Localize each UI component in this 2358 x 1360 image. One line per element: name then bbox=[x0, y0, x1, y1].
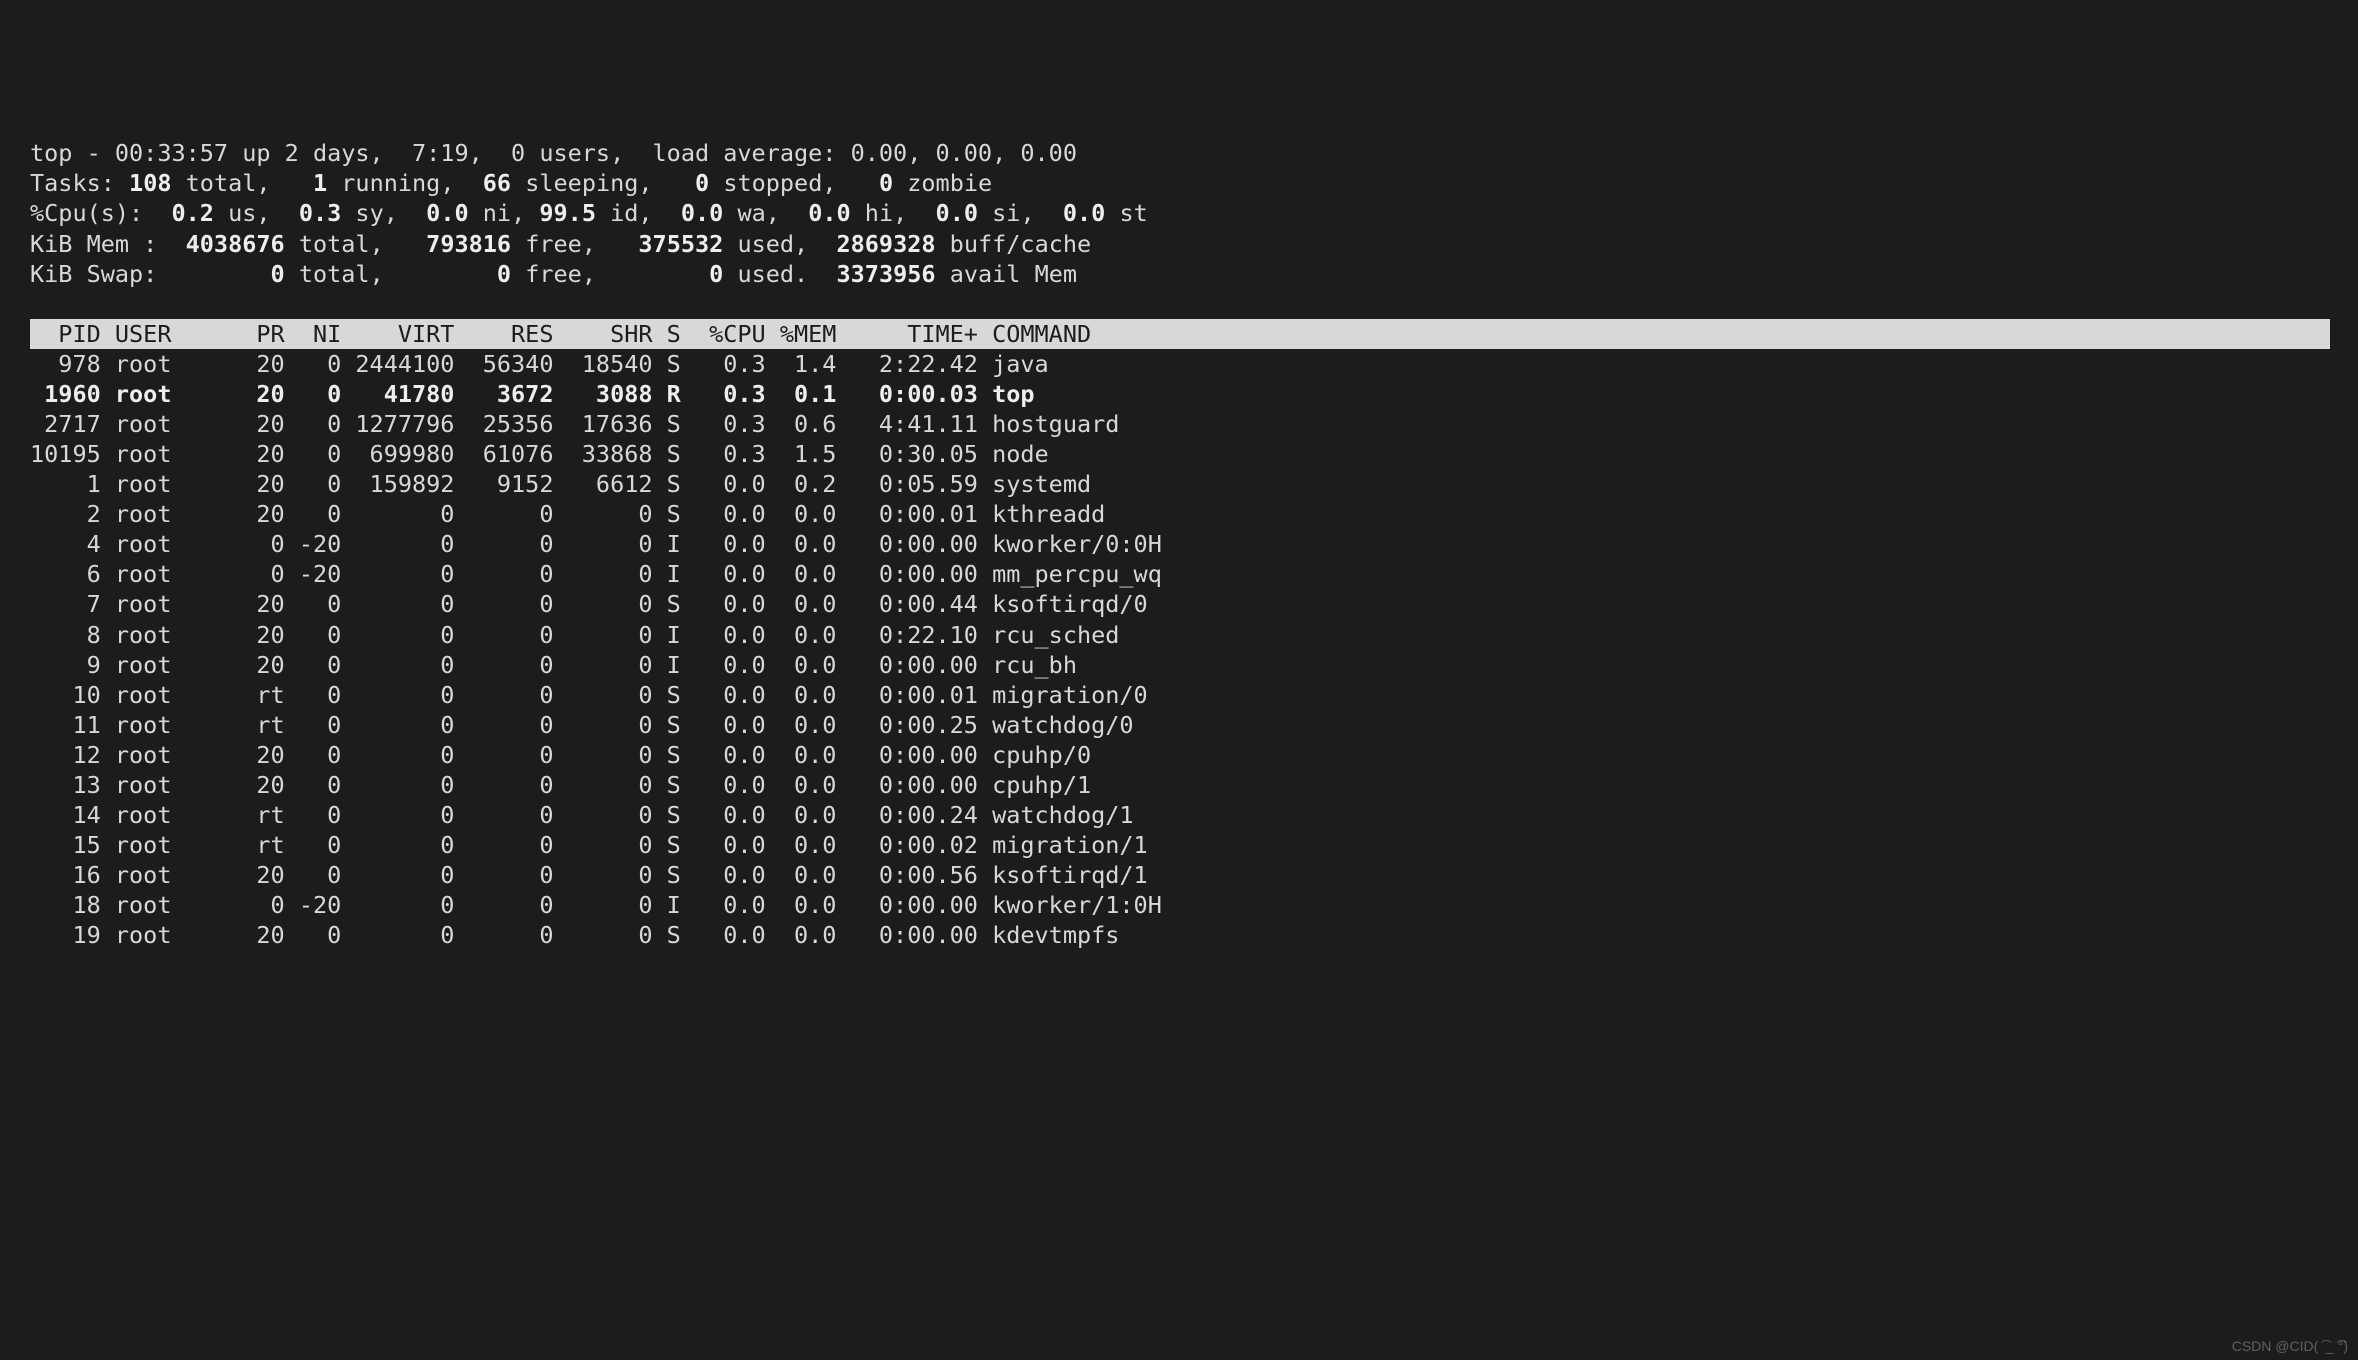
process-row[interactable]: 10 root rt 0 0 0 0 S 0.0 0.0 0:00.01 mig… bbox=[30, 680, 2358, 710]
process-row[interactable]: 4 root 0 -20 0 0 0 I 0.0 0.0 0:00.00 kwo… bbox=[30, 529, 2358, 559]
process-row[interactable]: 16 root 20 0 0 0 0 S 0.0 0.0 0:00.56 kso… bbox=[30, 860, 2358, 890]
process-row[interactable]: 1960 root 20 0 41780 3672 3088 R 0.3 0.1… bbox=[30, 379, 2358, 409]
process-row[interactable]: 11 root rt 0 0 0 0 S 0.0 0.0 0:00.25 wat… bbox=[30, 710, 2358, 740]
blank-line bbox=[30, 289, 2358, 319]
process-table-header[interactable]: PID USER PR NI VIRT RES SHR S %CPU %MEM … bbox=[30, 319, 2330, 349]
process-row[interactable]: 14 root rt 0 0 0 0 S 0.0 0.0 0:00.24 wat… bbox=[30, 800, 2358, 830]
process-row[interactable]: 10195 root 20 0 699980 61076 33868 S 0.3… bbox=[30, 439, 2358, 469]
process-row[interactable]: 15 root rt 0 0 0 0 S 0.0 0.0 0:00.02 mig… bbox=[30, 830, 2358, 860]
summary-line-tasks: Tasks: 108 total, 1 running, 66 sleeping… bbox=[30, 168, 2358, 198]
process-row[interactable]: 978 root 20 0 2444100 56340 18540 S 0.3 … bbox=[30, 349, 2358, 379]
process-row[interactable]: 13 root 20 0 0 0 0 S 0.0 0.0 0:00.00 cpu… bbox=[30, 770, 2358, 800]
process-row[interactable]: 19 root 20 0 0 0 0 S 0.0 0.0 0:00.00 kde… bbox=[30, 920, 2358, 950]
summary-line-mem: KiB Mem : 4038676 total, 793816 free, 37… bbox=[30, 229, 2358, 259]
process-row[interactable]: 7 root 20 0 0 0 0 S 0.0 0.0 0:00.44 ksof… bbox=[30, 589, 2358, 619]
process-row[interactable]: 8 root 20 0 0 0 0 I 0.0 0.0 0:22.10 rcu_… bbox=[30, 620, 2358, 650]
process-row[interactable]: 1 root 20 0 159892 9152 6612 S 0.0 0.2 0… bbox=[30, 469, 2358, 499]
process-row[interactable]: 12 root 20 0 0 0 0 S 0.0 0.0 0:00.00 cpu… bbox=[30, 740, 2358, 770]
process-table: PID USER PR NI VIRT RES SHR S %CPU %MEM … bbox=[30, 319, 2358, 951]
terminal-output[interactable]: top - 00:33:57 up 2 days, 7:19, 0 users,… bbox=[30, 138, 2358, 950]
watermark: CSDN @CID( ͡ _ ͡°) bbox=[2232, 1338, 2348, 1356]
summary-line-swap: KiB Swap: 0 total, 0 free, 0 used. 33739… bbox=[30, 259, 2358, 289]
summary-line-uptime: top - 00:33:57 up 2 days, 7:19, 0 users,… bbox=[30, 138, 2358, 168]
process-row[interactable]: 18 root 0 -20 0 0 0 I 0.0 0.0 0:00.00 kw… bbox=[30, 890, 2358, 920]
process-row[interactable]: 9 root 20 0 0 0 0 I 0.0 0.0 0:00.00 rcu_… bbox=[30, 650, 2358, 680]
process-row[interactable]: 6 root 0 -20 0 0 0 I 0.0 0.0 0:00.00 mm_… bbox=[30, 559, 2358, 589]
summary-line-cpu: %Cpu(s): 0.2 us, 0.3 sy, 0.0 ni, 99.5 id… bbox=[30, 198, 2358, 228]
process-row[interactable]: 2717 root 20 0 1277796 25356 17636 S 0.3… bbox=[30, 409, 2358, 439]
process-row[interactable]: 2 root 20 0 0 0 0 S 0.0 0.0 0:00.01 kthr… bbox=[30, 499, 2358, 529]
